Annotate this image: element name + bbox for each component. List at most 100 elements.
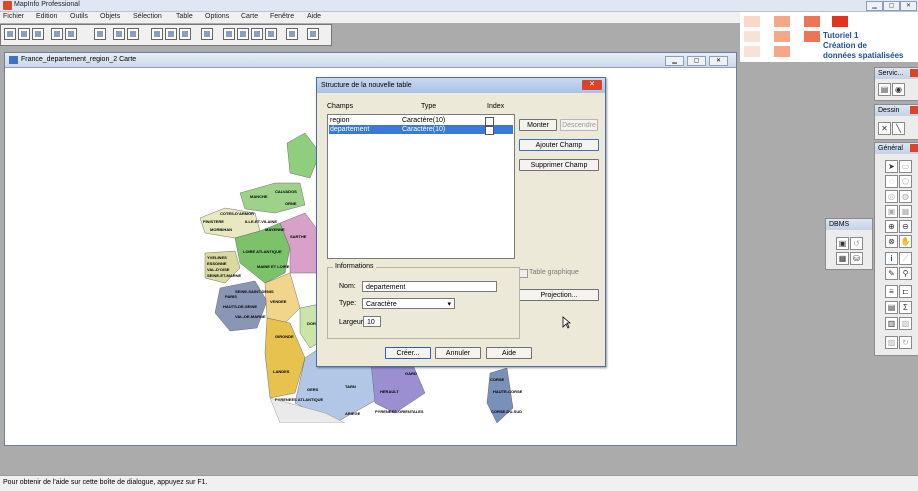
map-restore-icon[interactable]: ▢ bbox=[687, 56, 706, 66]
table-graphique-label: Table graphique bbox=[529, 269, 579, 276]
creer-button[interactable]: Créer... bbox=[385, 347, 431, 359]
paste-icon[interactable] bbox=[179, 28, 191, 40]
minimize-icon[interactable]: ▁ bbox=[866, 1, 883, 11]
menu-selection[interactable]: Sélection bbox=[133, 13, 162, 20]
drag-map-icon[interactable]: ⚲ bbox=[899, 267, 912, 280]
general-palette: Général ➤ ▭ ◌ ⬠ ◎ ◍ ▣ ▦ ⊕ ⊖ ⊗ ✋ i ⟋ ✎ ⚲ … bbox=[874, 142, 918, 356]
menu-fichier[interactable]: Fichier bbox=[3, 13, 24, 20]
dbms-table-icon[interactable]: ▦ bbox=[836, 252, 849, 265]
dialog-close-icon[interactable]: ✕ bbox=[582, 80, 602, 90]
new-map-icon[interactable] bbox=[237, 28, 249, 40]
map-label-orne: ORNE bbox=[285, 201, 297, 206]
services-tool-icon[interactable]: ▤ bbox=[878, 83, 891, 96]
graph-select-icon[interactable]: ▣ bbox=[885, 205, 898, 218]
undo-icon[interactable] bbox=[201, 28, 213, 40]
map-label-corse: CORSE bbox=[490, 377, 505, 382]
radius-select-icon[interactable]: ◌ bbox=[885, 175, 898, 188]
map-icon bbox=[9, 56, 18, 64]
help-pointer-icon[interactable] bbox=[307, 28, 319, 40]
projection-button[interactable]: Projection... bbox=[519, 289, 599, 301]
services-sync-icon[interactable]: ◉ bbox=[892, 83, 905, 96]
marquee-select-icon[interactable]: ▭ bbox=[899, 160, 912, 173]
unselect-icon[interactable]: ◍ bbox=[899, 190, 912, 203]
new-layout-icon[interactable] bbox=[265, 28, 277, 40]
copy-icon[interactable] bbox=[165, 28, 177, 40]
close-icon[interactable]: ✕ bbox=[900, 1, 917, 11]
open-folder-icon[interactable] bbox=[94, 28, 106, 40]
fields-list[interactable]: region Caractère(10) departement Caractè… bbox=[327, 114, 515, 259]
show-hide-icon[interactable]: ▨ bbox=[885, 336, 898, 349]
save-icon[interactable] bbox=[51, 28, 63, 40]
dbms-link-icon[interactable]: ⛁ bbox=[850, 252, 863, 265]
map-window-title-bar[interactable]: France_departement_region_2 Carte ▁ ▢ ✕ bbox=[5, 53, 736, 68]
boundary-select-icon[interactable]: ◎ bbox=[885, 190, 898, 203]
zoom-in-icon[interactable]: ⊕ bbox=[885, 220, 898, 233]
invert-select-icon[interactable]: ▦ bbox=[899, 205, 912, 218]
services-close-icon[interactable] bbox=[910, 69, 918, 77]
select-arrow-icon[interactable]: ➤ bbox=[885, 160, 898, 173]
aide-button[interactable]: Aide bbox=[486, 347, 532, 359]
largeur-input[interactable]: 10 bbox=[363, 316, 381, 327]
general-close-icon[interactable] bbox=[910, 144, 918, 152]
map-close-icon[interactable]: ✕ bbox=[709, 56, 728, 66]
zoom-out-icon[interactable]: ⊖ bbox=[899, 220, 912, 233]
layer-control-icon[interactable]: ≡ bbox=[885, 285, 898, 298]
table-graphique-checkbox[interactable] bbox=[519, 269, 528, 278]
new-browser-icon[interactable] bbox=[223, 28, 235, 40]
supprimer-champ-button[interactable]: Supprimer Champ bbox=[519, 159, 599, 171]
statistics-icon[interactable]: Σ bbox=[899, 301, 912, 314]
field-name: departement bbox=[330, 126, 370, 133]
map-label-seine-et-marne: SEINE-ET-MARNE bbox=[207, 273, 242, 278]
new-icon[interactable] bbox=[4, 28, 16, 40]
new-graph-icon[interactable] bbox=[251, 28, 263, 40]
draw-symbol-icon[interactable]: ✕ bbox=[878, 122, 891, 135]
label-tool-icon[interactable]: ✎ bbox=[885, 267, 898, 280]
menu-fenetre[interactable]: Fenêtre bbox=[270, 13, 294, 20]
redistrict-icon[interactable] bbox=[286, 28, 298, 40]
menu-outils[interactable]: Outils bbox=[70, 13, 88, 20]
menu-objets[interactable]: Objets bbox=[100, 13, 120, 20]
set-clip-icon[interactable]: ▧ bbox=[899, 317, 912, 330]
open-workspace-icon[interactable] bbox=[32, 28, 44, 40]
map-label-essonne: ESSONNE bbox=[207, 261, 227, 266]
polygon-select-icon[interactable]: ⬠ bbox=[899, 175, 912, 188]
hotlink-icon[interactable]: ⟋ bbox=[899, 252, 912, 265]
chevron-down-icon: ▾ bbox=[447, 301, 451, 308]
dbms-refresh-icon[interactable]: ↺ bbox=[850, 237, 863, 250]
info-icon[interactable]: i bbox=[885, 252, 898, 265]
tutorial-banner-text: Tutoriel 1 Création de données spatialis… bbox=[823, 31, 903, 61]
clip-region-icon[interactable]: ▥ bbox=[885, 317, 898, 330]
layout-icon[interactable] bbox=[113, 28, 125, 40]
menu-table[interactable]: Table bbox=[176, 13, 193, 20]
dbms-palette-title[interactable]: DBMS bbox=[826, 219, 872, 230]
index-checkbox-departement[interactable] bbox=[485, 126, 494, 135]
map-minimize-icon[interactable]: ▁ bbox=[665, 56, 684, 66]
annuler-button[interactable]: Annuler bbox=[435, 347, 481, 359]
nom-input[interactable]: departement bbox=[362, 281, 497, 292]
rotate-icon[interactable]: ↻ bbox=[899, 336, 912, 349]
grabber-hand-icon[interactable]: ✋ bbox=[899, 235, 912, 248]
type-select[interactable]: Caractère ▾ bbox=[362, 298, 455, 309]
maximize-icon[interactable]: ▢ bbox=[883, 1, 900, 11]
open-icon[interactable] bbox=[18, 28, 30, 40]
col-header-type: Type bbox=[421, 103, 437, 110]
descendre-button[interactable]: Descendre bbox=[560, 119, 598, 131]
dbms-open-icon[interactable]: ▣ bbox=[836, 237, 849, 250]
draw-line-icon[interactable]: ╲ bbox=[892, 122, 905, 135]
legend-icon[interactable]: ▤ bbox=[885, 301, 898, 314]
save-workspace-icon[interactable] bbox=[65, 28, 77, 40]
print-icon[interactable] bbox=[127, 28, 139, 40]
index-checkbox-region[interactable] bbox=[485, 117, 494, 126]
dessin-close-icon[interactable] bbox=[910, 106, 918, 114]
menu-carte[interactable]: Carte bbox=[241, 13, 258, 20]
banner-line3: données spatialisées bbox=[823, 51, 904, 60]
cut-icon[interactable] bbox=[151, 28, 163, 40]
change-view-icon[interactable]: ⊗ bbox=[885, 235, 898, 248]
ajouter-champ-button[interactable]: Ajouter Champ bbox=[519, 139, 599, 151]
menu-edition[interactable]: Edition bbox=[36, 13, 57, 20]
ruler-icon[interactable]: ⊏ bbox=[899, 285, 912, 298]
monter-button[interactable]: Monter bbox=[519, 119, 557, 131]
menu-aide[interactable]: Aide bbox=[307, 13, 321, 20]
dialog-title-bar[interactable]: Structure de la nouvelle table ✕ bbox=[317, 78, 605, 93]
menu-options[interactable]: Options bbox=[205, 13, 229, 20]
